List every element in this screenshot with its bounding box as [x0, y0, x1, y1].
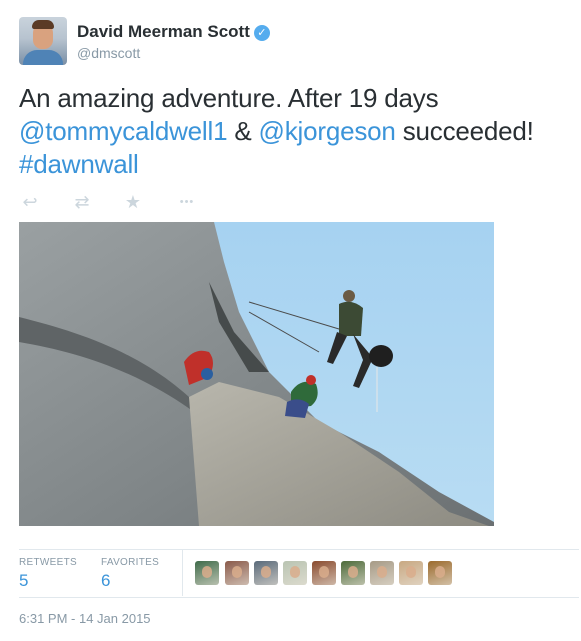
favoriter-avatar-3[interactable]	[254, 561, 278, 585]
tweet-photo[interactable]	[19, 222, 494, 526]
favoriter-avatar-4[interactable]	[283, 561, 307, 585]
tweet-text-amp: &	[227, 116, 259, 146]
favorites-count[interactable]: 6	[101, 571, 110, 591]
favorites-label[interactable]: FAVORITES	[101, 557, 159, 568]
favoriter-avatar-7[interactable]	[370, 561, 394, 585]
reply-icon[interactable]: ↩	[19, 192, 41, 212]
author-name-text[interactable]: David Meerman Scott	[77, 22, 250, 41]
mention-link-kjorgeson[interactable]: @kjorgeson	[259, 116, 396, 146]
favorite-star-icon[interactable]: ★	[122, 192, 144, 212]
author-name[interactable]: David Meerman Scott ✓	[77, 22, 270, 42]
favoriter-avatar-9[interactable]	[428, 561, 452, 585]
stats-top-divider	[19, 549, 579, 550]
more-options-icon[interactable]: •••	[174, 192, 200, 212]
mention-link-tommycaldwell1[interactable]: @tommycaldwell1	[19, 116, 228, 146]
retweets-count[interactable]: 5	[19, 571, 28, 591]
favoriter-avatar-8[interactable]	[399, 561, 423, 585]
climbing-photo-illustration	[19, 222, 494, 526]
tweet-text-line2-rest: succeeded!	[395, 116, 534, 146]
favoriter-avatar-1[interactable]	[195, 561, 219, 585]
favoriter-avatar-6[interactable]	[341, 561, 365, 585]
verified-badge-icon: ✓	[253, 25, 270, 41]
retweet-icon[interactable]: ⇄	[71, 192, 93, 212]
favoriter-avatar-2[interactable]	[225, 561, 249, 585]
tweet-text: An amazing adventure. After 19 days @tom…	[19, 82, 579, 181]
hashtag-link-dawnwall[interactable]: #dawnwall	[19, 149, 139, 179]
stats-bottom-divider	[19, 597, 579, 598]
tweet-text-line1: An amazing adventure. After 19 days	[19, 83, 439, 113]
author-avatar[interactable]	[19, 17, 67, 65]
tweet-timestamp[interactable]: 6:31 PM - 14 Jan 2015	[19, 611, 151, 626]
favoriter-avatar-5[interactable]	[312, 561, 336, 585]
author-handle[interactable]: @dmscott	[77, 45, 140, 61]
retweets-label[interactable]: RETWEETS	[19, 557, 77, 568]
stats-vertical-divider	[182, 550, 183, 596]
